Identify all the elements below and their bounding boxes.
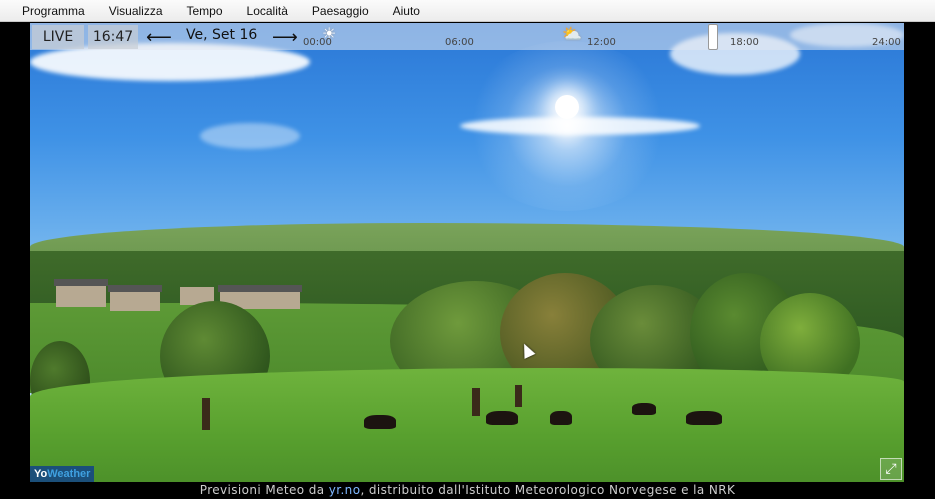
right-arrow-icon[interactable]: ⟶	[272, 27, 298, 48]
yr-link[interactable]: yr.no	[329, 483, 361, 497]
roof	[108, 285, 162, 292]
fullscreen-icon[interactable]: ⤢	[880, 458, 902, 480]
yoweather-logo: Yo Weather	[30, 466, 95, 482]
timeline-tick: 12:00	[587, 37, 616, 48]
horse	[550, 411, 572, 425]
menu-paesaggio[interactable]: Paesaggio	[300, 0, 381, 22]
front-meadow	[30, 368, 904, 482]
menu-tempo[interactable]: Tempo	[175, 0, 235, 22]
left-arrow-icon[interactable]: ⟵	[146, 27, 172, 48]
timeline[interactable]: ☀ ⛅ 00:00 06:00 12:00 18:00 24:00	[300, 23, 904, 50]
menu-bar: Programma Visualizza Tempo Località Paes…	[0, 0, 935, 22]
menu-programma[interactable]: Programma	[10, 0, 97, 22]
footer-text: Previsioni Meteo da	[199, 483, 329, 497]
logo-text-b: Weather	[47, 468, 91, 480]
weather-scene[interactable]	[30, 23, 904, 482]
timeline-tick: 24:00	[872, 37, 901, 48]
time-toolbar: LIVE 16:47 ⟵ Ve, Set 16 ⟶ ☀ ⛅ 00:00 06:0…	[30, 23, 904, 50]
roof	[54, 279, 108, 286]
timeline-tick: 18:00	[730, 37, 759, 48]
horse	[686, 411, 722, 425]
house	[56, 285, 106, 307]
footer-credits: Previsioni Meteo da yr.no, distribuito d…	[0, 483, 935, 499]
sun	[555, 95, 579, 119]
roof	[218, 285, 302, 292]
footer-text: , distribuito dall'Istituto Meteorologic…	[360, 483, 736, 497]
timeline-tick: 06:00	[445, 37, 474, 48]
menu-aiuto[interactable]: Aiuto	[381, 0, 432, 22]
timeline-tick: 00:00	[303, 37, 332, 48]
current-date: Ve, Set 16	[186, 27, 258, 43]
menu-visualizza[interactable]: Visualizza	[97, 0, 175, 22]
tree-trunk	[515, 385, 522, 407]
menu-localita[interactable]: Località	[235, 0, 300, 22]
horse	[632, 403, 656, 415]
tree-trunk	[472, 388, 480, 416]
cloud	[460, 117, 700, 135]
horse	[364, 415, 396, 429]
timeline-slider-handle[interactable]	[708, 24, 718, 50]
logo-text-a: Yo	[34, 468, 48, 480]
cloud	[200, 123, 300, 149]
horse	[486, 411, 518, 425]
house	[110, 291, 160, 311]
current-time: 16:47	[88, 25, 138, 49]
live-button[interactable]: LIVE	[32, 25, 84, 49]
tree-trunk	[202, 398, 210, 430]
partly-cloudy-icon: ⛅	[562, 24, 582, 43]
